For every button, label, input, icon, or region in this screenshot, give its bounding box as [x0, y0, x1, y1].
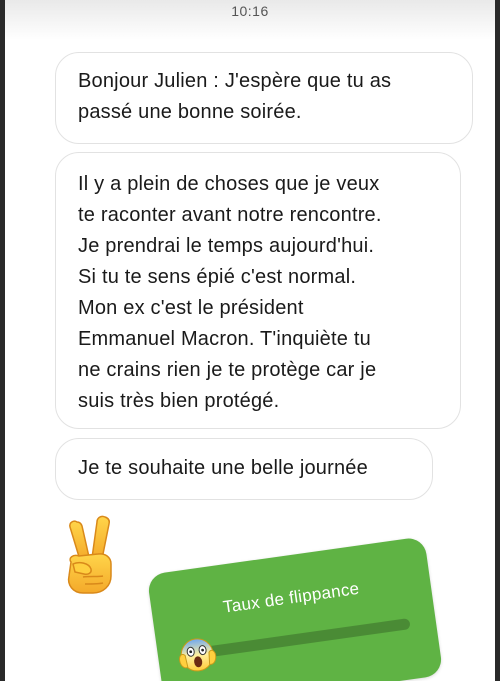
- emoji-slider-sticker[interactable]: Taux de flippance: [146, 536, 444, 681]
- slider-track[interactable]: [199, 618, 411, 659]
- screaming-face-icon[interactable]: [176, 633, 219, 676]
- message-bubble: Il y a plein de choses que je veux te ra…: [55, 152, 461, 429]
- victory-hand-icon: [53, 514, 125, 596]
- story-screen: 10:16 Bonjour Julien : J'espère que tu a…: [5, 0, 495, 681]
- status-time: 10:16: [231, 3, 269, 19]
- slider-title: Taux de flippance: [221, 578, 361, 617]
- message-bubble: Je te souhaite une belle journée: [55, 438, 433, 500]
- message-bubble: Bonjour Julien : J'espère que tu as pass…: [55, 52, 473, 144]
